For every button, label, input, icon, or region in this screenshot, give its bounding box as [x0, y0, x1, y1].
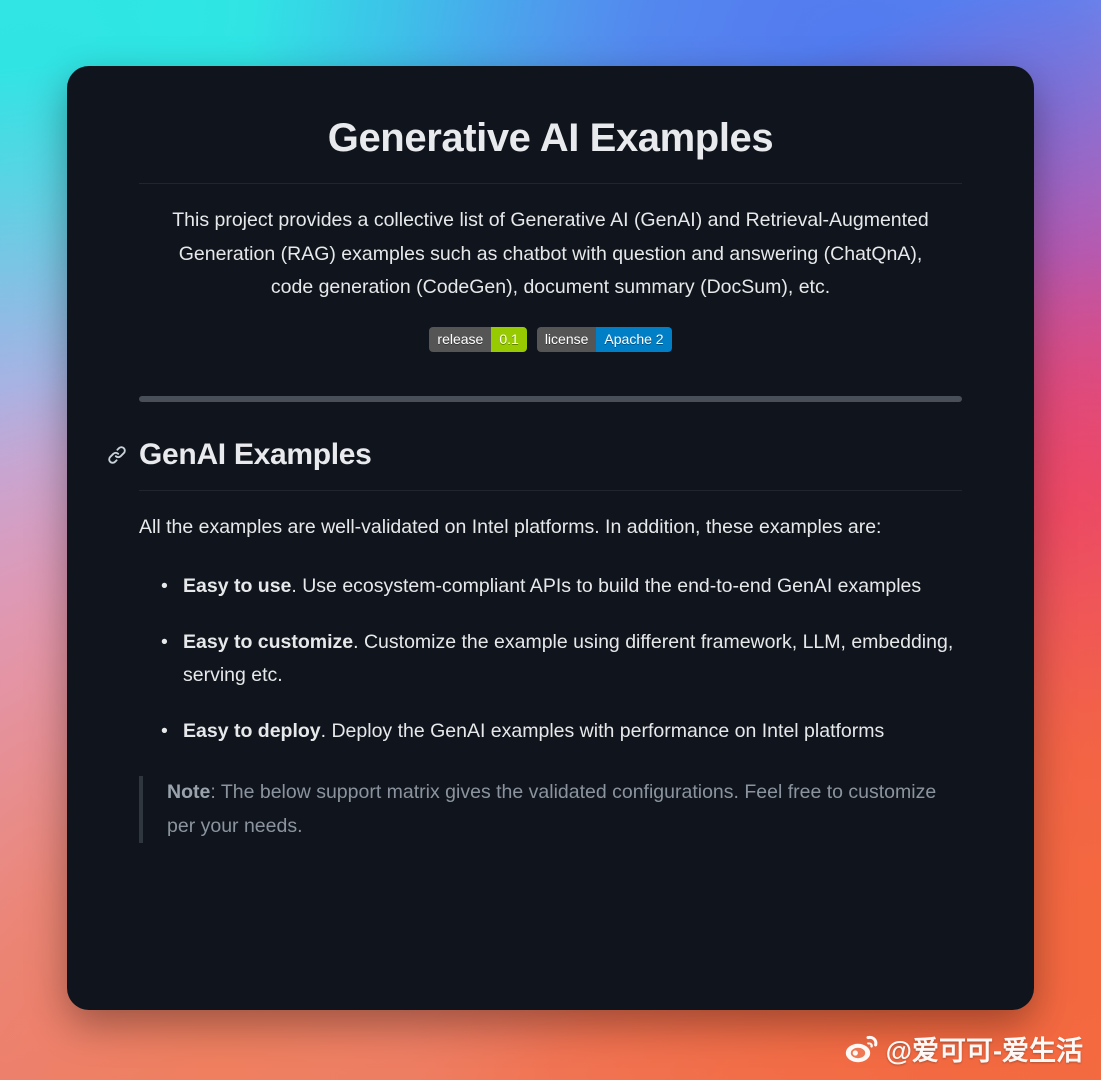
list-item: Easy to use. Use ecosystem-compliant API…	[161, 570, 962, 604]
release-badge[interactable]: release 0.1	[429, 326, 527, 352]
watermark-handle: @爱可可-爱生活	[885, 1036, 1083, 1066]
note-blockquote: Note: The below support matrix gives the…	[139, 776, 962, 843]
section-header: GenAI Examples	[108, 437, 962, 490]
weibo-logo-icon	[845, 1034, 879, 1064]
feature-strong: Easy to use	[183, 575, 292, 597]
note-strong: Note	[167, 781, 211, 803]
feature-rest: . Deploy the GenAI examples with perform…	[320, 719, 885, 742]
license-badge[interactable]: license Apache 2	[536, 326, 672, 352]
license-badge-label: license	[536, 326, 597, 352]
license-badge-value: Apache 2	[596, 326, 672, 352]
section-title-divider	[139, 489, 962, 491]
readme-card: Generative AI Examples This project prov…	[67, 66, 1034, 1010]
feature-strong: Easy to customize	[183, 630, 354, 653]
title-divider	[139, 183, 962, 184]
release-badge-label: release	[429, 326, 492, 352]
note-text: : The below support matrix gives the val…	[167, 781, 937, 837]
badge-row: release 0.1 license Apache 2	[139, 326, 962, 352]
release-badge-value: 0.1	[491, 326, 527, 352]
section-title: GenAI Examples	[139, 437, 372, 471]
list-item: Easy to deploy. Deploy the GenAI example…	[161, 715, 962, 749]
page-title: Generative AI Examples	[327, 116, 774, 160]
feature-strong: Easy to deploy	[183, 719, 321, 742]
section-paragraph: All the examples are well-validated on I…	[139, 515, 882, 538]
intro-paragraph: This project provides a collective list …	[172, 209, 929, 298]
feature-rest: . Use ecosystem-compliant APIs to build …	[291, 575, 922, 597]
list-item: Easy to customize. Customize the example…	[161, 626, 962, 693]
section-separator	[139, 395, 962, 402]
feature-list: Easy to use. Use ecosystem-compliant API…	[139, 570, 962, 748]
link-icon[interactable]	[107, 445, 127, 465]
watermark: @爱可可-爱生活	[845, 1029, 1083, 1068]
